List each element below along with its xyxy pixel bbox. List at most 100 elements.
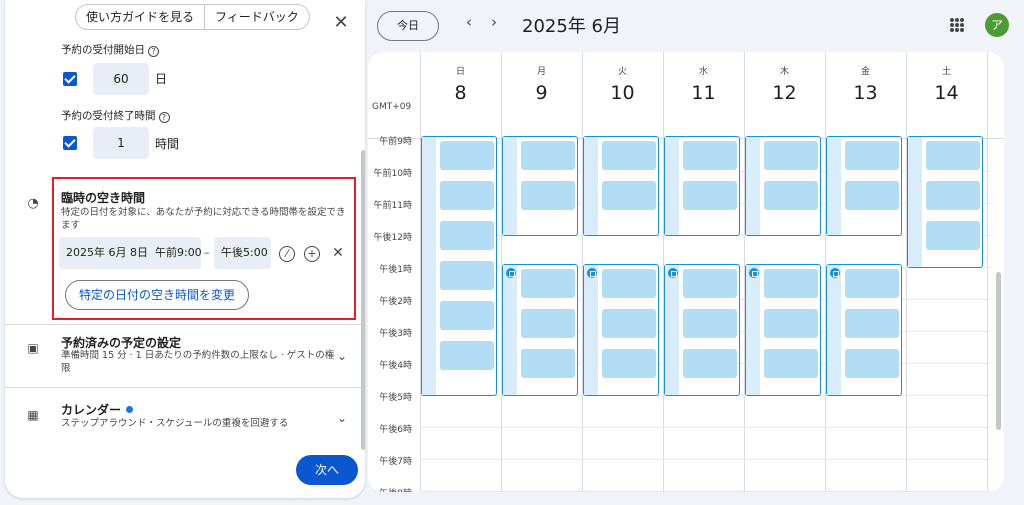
- temp-availability-title: 臨時の空き時間: [61, 191, 146, 205]
- next-button[interactable]: 次へ: [296, 455, 358, 485]
- time-slot[interactable]: [926, 221, 980, 250]
- day-header[interactable]: 火 10: [582, 64, 663, 104]
- day-number[interactable]: 8: [420, 82, 501, 104]
- day-header[interactable]: 水 11: [663, 64, 744, 104]
- time-slot[interactable]: [845, 349, 899, 378]
- booking-end-checkbox[interactable]: [63, 136, 77, 150]
- time-slot[interactable]: [440, 141, 494, 170]
- chevron-right-icon[interactable]: ›: [486, 13, 502, 31]
- time-slot[interactable]: [764, 181, 818, 210]
- status-dot: [126, 406, 134, 413]
- time-slot[interactable]: [440, 181, 494, 210]
- chevron-down-icon[interactable]: ⌄: [337, 411, 347, 425]
- booking-start-label: 予約の受付開始日?: [61, 42, 159, 57]
- time-slot[interactable]: [845, 181, 899, 210]
- availability-block[interactable]: [745, 264, 821, 396]
- time-slot[interactable]: [521, 181, 575, 210]
- time-slot[interactable]: [764, 141, 818, 170]
- availability-block[interactable]: [826, 264, 902, 396]
- help-icon[interactable]: ?: [148, 46, 159, 57]
- availability-block[interactable]: [502, 264, 578, 396]
- add-circle-icon[interactable]: +: [304, 246, 320, 262]
- day-of-week-label: 金: [860, 67, 870, 77]
- time-slot[interactable]: [602, 349, 656, 378]
- time-slot[interactable]: [845, 141, 899, 170]
- availability-block[interactable]: [502, 136, 578, 236]
- availability-block[interactable]: [745, 136, 821, 236]
- booking-end-input[interactable]: 1: [93, 127, 149, 159]
- day-header[interactable]: 木 12: [744, 64, 825, 104]
- end-time-field[interactable]: 午後5:00: [214, 237, 271, 269]
- time-slot[interactable]: [440, 221, 494, 250]
- time-slot[interactable]: [683, 181, 737, 210]
- availability-block[interactable]: [583, 136, 659, 236]
- remove-icon[interactable]: ✕: [329, 244, 347, 262]
- time-slot[interactable]: [764, 309, 818, 338]
- chevron-left-icon[interactable]: ‹: [461, 13, 477, 31]
- availability-block[interactable]: [421, 136, 497, 396]
- availability-block[interactable]: [583, 264, 659, 396]
- avatar[interactable]: ア: [985, 13, 1009, 37]
- day-number[interactable]: 9: [501, 82, 582, 104]
- availability-block[interactable]: [907, 136, 983, 268]
- day-number[interactable]: 12: [744, 82, 825, 104]
- time-slot[interactable]: [683, 141, 737, 170]
- change-date-availability-button[interactable]: 特定の日付の空き時間を変更: [65, 280, 249, 310]
- unavailable-icon[interactable]: ⁄: [279, 246, 295, 262]
- feedback-tab[interactable]: フィードバック: [205, 5, 309, 29]
- calendar-check-icon: ▣: [27, 341, 39, 355]
- availability-block[interactable]: [826, 136, 902, 236]
- time-slot[interactable]: [764, 349, 818, 378]
- day-number[interactable]: 10: [582, 82, 663, 104]
- day-header[interactable]: 金 13: [825, 64, 906, 104]
- time-slot[interactable]: [845, 309, 899, 338]
- availability-block[interactable]: [664, 136, 740, 236]
- booking-start-checkbox[interactable]: [63, 72, 77, 86]
- apps-grid-icon[interactable]: [950, 18, 964, 32]
- time-slot[interactable]: [521, 309, 575, 338]
- close-icon[interactable]: ✕: [331, 13, 351, 33]
- time-slot[interactable]: [764, 269, 818, 298]
- time-slot[interactable]: [440, 301, 494, 330]
- time-slot[interactable]: [926, 181, 980, 210]
- column-divider: [906, 52, 907, 492]
- hour-label: 午後8時: [368, 486, 412, 492]
- day-number[interactable]: 11: [663, 82, 744, 104]
- block-stripe: [584, 137, 598, 235]
- booking-start-input[interactable]: 60: [93, 63, 149, 95]
- availability-block[interactable]: [664, 264, 740, 396]
- day-header[interactable]: 土 14: [906, 64, 987, 104]
- guide-tab[interactable]: 使い方ガイドを見る: [76, 5, 206, 29]
- schedule-clock-icon: ◔: [27, 196, 39, 211]
- day-number[interactable]: 13: [825, 82, 906, 104]
- hour-label: 午後5時: [379, 393, 412, 403]
- day-of-week-label: 土: [941, 67, 951, 77]
- calendar-settings-title[interactable]: カレンダー: [61, 401, 134, 418]
- time-slot[interactable]: [602, 181, 656, 210]
- time-slot[interactable]: [440, 341, 494, 370]
- booking-settings-panel: 使い方ガイドを見る フィードバック ✕ 予約の受付開始日? 60 日 予約の受付…: [5, 0, 365, 498]
- time-slot[interactable]: [602, 141, 656, 170]
- time-slot[interactable]: [926, 141, 980, 170]
- chevron-down-icon[interactable]: ⌄: [337, 349, 347, 363]
- time-slot[interactable]: [440, 261, 494, 290]
- today-button[interactable]: 今日: [377, 11, 439, 41]
- day-number[interactable]: 14: [906, 82, 987, 104]
- time-slot[interactable]: [845, 269, 899, 298]
- day-header[interactable]: 月9: [501, 64, 582, 104]
- block-stripe: [503, 265, 517, 395]
- time-slot[interactable]: [521, 349, 575, 378]
- help-icon[interactable]: ?: [158, 112, 170, 123]
- panel-scrollbar[interactable]: [361, 150, 365, 450]
- time-slot[interactable]: [683, 269, 737, 298]
- time-slot[interactable]: [521, 141, 575, 170]
- hour-label: 午後12時: [373, 233, 412, 243]
- time-slot[interactable]: [683, 309, 737, 338]
- day-header[interactable]: 日8: [420, 64, 501, 104]
- time-slot[interactable]: [602, 269, 656, 298]
- time-slot[interactable]: [521, 269, 575, 298]
- calendar-scrollbar[interactable]: [996, 272, 1001, 430]
- date-time-field[interactable]: 2025年 6月 8日 午前9:00: [59, 237, 201, 269]
- time-slot[interactable]: [602, 309, 656, 338]
- time-slot[interactable]: [683, 349, 737, 378]
